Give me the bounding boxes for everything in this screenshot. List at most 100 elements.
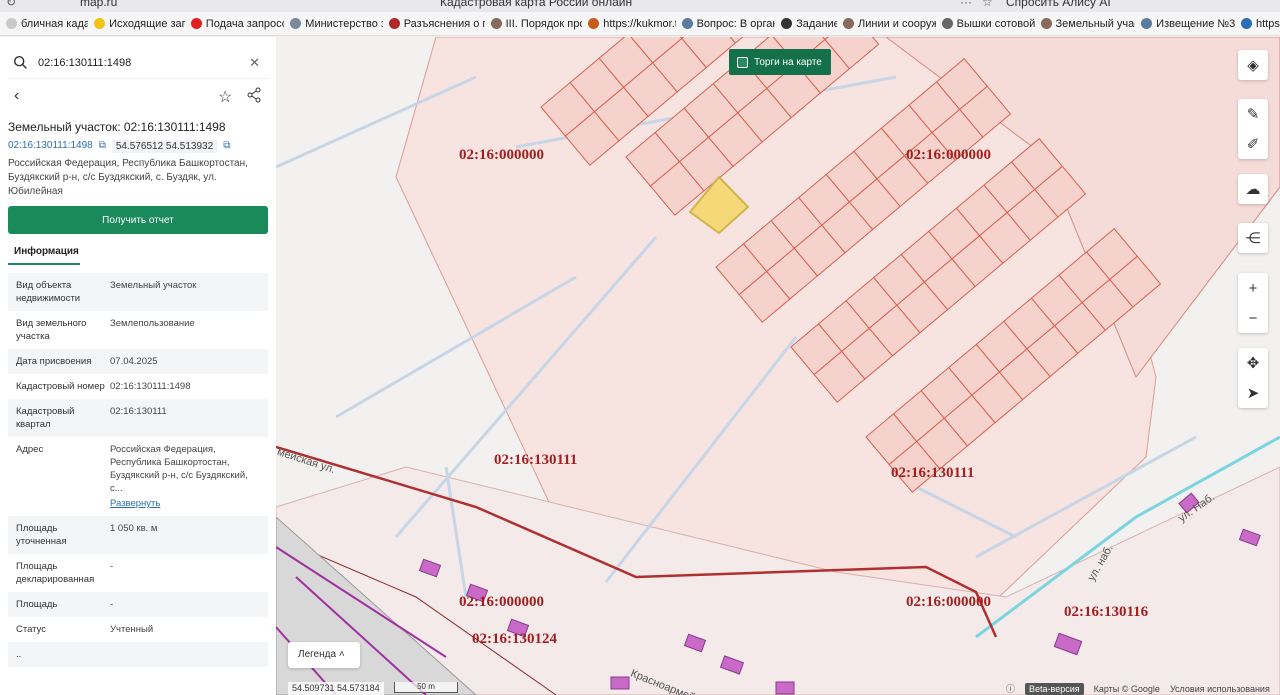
layers-icon[interactable]: ◈ [1238,50,1268,80]
bookmark-item[interactable]: Разъяснения о по [383,18,485,30]
bookmark-favicon-icon [1141,18,1153,29]
bookmark-favicon-icon [490,18,502,29]
info-icon[interactable]: ⓘ [1006,682,1015,695]
beta-badge: Beta-версия [1025,682,1084,695]
info-value-text: Российская Федерация, Республика Башкорт… [110,444,248,494]
bookmark-item[interactable]: Подача запросов [185,18,284,30]
info-value: Землепользование [108,311,268,349]
bookmark-item[interactable]: Вопрос: В органи [676,17,776,30]
cad-label: 02:16:000000 [459,594,544,610]
share-tool: ⋲ [1238,223,1268,253]
map-canvas[interactable]: Торги на карте 02:16:000000 02:16:000000… [276,37,1280,695]
bookmark-label: Разъяснения о по [403,17,485,30]
star-icon[interactable]: ☆ [218,87,232,107]
bookmark-icon[interactable]: ☆ [982,0,993,9]
chevron-up-icon: ˄ [338,649,345,660]
tab-info[interactable]: Информация [8,241,80,265]
map-coords: 54.509731 54.573184 [288,682,384,695]
info-key: Вид земельного участка [16,318,87,342]
bookmark-label: Извещение №3 о [1156,17,1235,30]
bookmark-item[interactable]: Земельный участ [1035,18,1135,30]
cad-label: 02:16:000000 [906,594,991,610]
search-box: ✕ [8,47,268,79]
url-bar[interactable]: map.ru [80,0,117,9]
tab-title: Кадастровая карта России онлайн [440,0,633,9]
cad-number-link[interactable]: 02:16:130111:1498 [8,140,93,153]
more-icon[interactable]: ··· [960,0,972,9]
copy-icon[interactable]: ⧉ [99,140,106,153]
info-value-text: Учтенный [110,624,154,635]
alice-button[interactable]: Спросить Алису AI [1006,0,1111,9]
back-icon[interactable]: ↻ [6,0,16,9]
bookmark-label: https [1255,17,1280,30]
info-value: 1 050 кв. м [108,516,268,554]
bookmark-favicon-icon [681,18,693,29]
share-icon[interactable] [246,87,262,103]
zoom-in-icon[interactable]: + [1238,273,1268,303]
bookmark-favicon-icon [941,18,953,29]
info-value-text: Земельный участок [110,280,197,291]
search-input[interactable] [38,56,238,69]
panel-nav: ‹ ☆ [8,85,268,109]
legend-button[interactable]: Легенда ˄ [288,642,360,668]
bookmark-label: https://kukmor.ta [603,17,675,30]
info-key: Адрес [16,444,44,455]
info-row: Кадастровый квартал 02:16:130111 [8,399,268,437]
info-value-text: 07.04.2025 [110,356,158,367]
cad-codes: 02:16:130111:1498 ⧉ 54.576512 54.513932 … [8,140,230,153]
bookmark-item[interactable]: Исходящие запр [88,18,185,30]
bookmark-favicon-icon [94,18,106,29]
info-value: Учтенный [108,617,268,642]
info-value-text: 1 050 кв. м [110,523,158,534]
bookmark-item[interactable]: бличная кадас [0,18,88,30]
locate-icon[interactable]: ➤ [1238,378,1268,408]
legend-label: Легенда [298,649,337,660]
terms-link[interactable]: Условия использования [1170,684,1270,694]
info-value-text: - [110,561,114,572]
info-value: 07.04.2025 [108,349,268,374]
bookmark-item[interactable]: https://kukmor.ta [582,17,676,30]
info-value-text: Землепользование [110,318,195,329]
bookmark-favicon-icon [1040,18,1052,29]
info-key: .. [16,649,22,660]
cad-label: 02:16:130111 [891,465,975,481]
bookmark-item[interactable]: Задание [775,18,837,30]
bookmark-item[interactable]: III. Порядок пров [485,18,582,30]
zoom-out-icon[interactable]: − [1238,303,1268,333]
bookmark-label: Линии и сооруже [858,17,936,30]
bookmark-favicon-icon [6,18,17,29]
bookmark-label: Вышки сотовой с [956,17,1035,30]
info-value: - [108,592,268,617]
bookmark-item[interactable]: Линии и сооруже [837,18,936,30]
get-report-button[interactable]: Получить отчет [8,206,268,234]
clear-icon[interactable]: ✕ [249,55,260,71]
move-icon[interactable]: ✥ [1238,348,1268,378]
cloud-upload-icon[interactable]: ☁ [1238,174,1268,204]
bookmark-item[interactable]: Министерство зе [284,18,383,30]
copy-coords-icon[interactable]: ⧉ [223,140,230,153]
torgi-label: Торги на карте [754,56,822,68]
edit-icon[interactable]: ✐ [1238,129,1268,159]
info-row: Адрес Российская Федерация, Республика Ба… [8,437,268,516]
bookmark-label: Вопрос: В органи [696,17,776,30]
ruler-icon[interactable]: ✎ [1238,99,1268,129]
map-svg [276,37,1280,695]
browser-titlebar: ↻ map.ru Кадастровая карта России онлайн… [0,0,1280,12]
bookmark-item[interactable]: https [1235,18,1280,30]
scale-bar: 50 m [394,682,458,693]
info-row: Вид объекта недвижимости Земельный участо… [8,273,268,311]
bookmark-label: Исходящие запр [109,17,185,30]
info-key: Площадь [16,599,58,610]
bookmark-item[interactable]: Вышки сотовой с [936,18,1035,30]
bookmark-item[interactable]: Извещение №3 о [1135,18,1235,30]
info-row: Кадастровый номер 02:16:130111:1498 [8,374,268,399]
torgi-toggle[interactable]: Торги на карте [729,49,831,75]
bookmark-favicon-icon [781,18,793,29]
torgi-checkbox[interactable] [737,56,748,68]
layers-tool: ◈ [1238,50,1268,80]
info-row: Площадь уточненная 1 050 кв. м [8,516,268,554]
info-value: Российская Федерация, Республика Башкорт… [108,437,268,516]
share-map-icon[interactable]: ⋲ [1238,223,1268,253]
expand-link[interactable]: Развернуть [110,497,260,510]
back-arrow-icon[interactable]: ‹ [14,87,19,105]
